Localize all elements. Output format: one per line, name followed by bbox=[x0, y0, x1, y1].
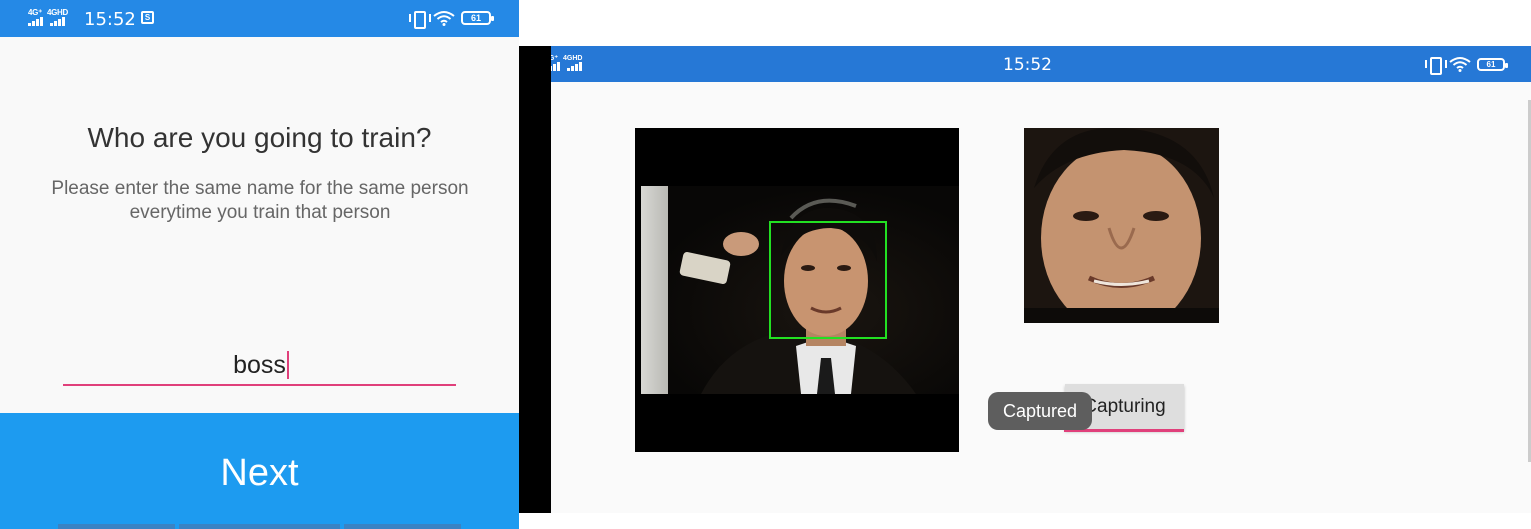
wifi-icon bbox=[1449, 57, 1471, 72]
letterbox-bar bbox=[519, 46, 551, 513]
nav-bar-segment bbox=[179, 524, 340, 529]
wifi-icon bbox=[433, 11, 455, 26]
captured-face-thumbnail bbox=[1024, 128, 1219, 323]
status-bar: 4G⁺ 4GHD 15:52 S 61 bbox=[0, 0, 519, 37]
nav-bar-segment bbox=[344, 524, 461, 529]
status-time: 15:52 bbox=[1003, 55, 1052, 75]
page-subtitle: Please enter the same name for the same … bbox=[51, 178, 469, 223]
page-title: Who are you going to train? bbox=[87, 122, 432, 153]
status-bar: 4G⁺ 4GHD 15:52 61 bbox=[519, 46, 1531, 82]
face-detection-box bbox=[769, 221, 887, 339]
signal-icon: 4G⁺ 4GHD bbox=[545, 55, 587, 71]
train-name-screen: 4G⁺ 4GHD 15:52 S 61 Who are you going to… bbox=[0, 0, 519, 529]
background-pillar bbox=[641, 186, 668, 394]
battery-icon: 61 bbox=[1477, 57, 1508, 71]
capture-screen: 4G⁺ 4GHD 15:52 61 Capturing Captured bbox=[519, 46, 1531, 513]
text-cursor bbox=[287, 351, 289, 379]
battery-icon: 61 bbox=[461, 11, 494, 25]
signal-icon: 4G⁺ 4GHD bbox=[28, 9, 70, 26]
toast-message: Captured bbox=[988, 392, 1092, 430]
screenshot-root: 4G⁺ 4GHD 15:52 S 61 Who are you going to… bbox=[0, 0, 1531, 529]
vibrate-icon bbox=[409, 10, 431, 29]
name-input[interactable] bbox=[63, 346, 456, 384]
nav-bar-segment bbox=[58, 524, 175, 529]
vibrate-icon bbox=[1425, 56, 1447, 75]
sim-icon: S bbox=[141, 11, 154, 24]
captured-face-image bbox=[1024, 128, 1219, 323]
next-button[interactable]: Next bbox=[0, 413, 519, 529]
status-time: 15:52 bbox=[84, 9, 136, 30]
camera-preview bbox=[635, 128, 959, 452]
name-field[interactable] bbox=[63, 346, 456, 386]
